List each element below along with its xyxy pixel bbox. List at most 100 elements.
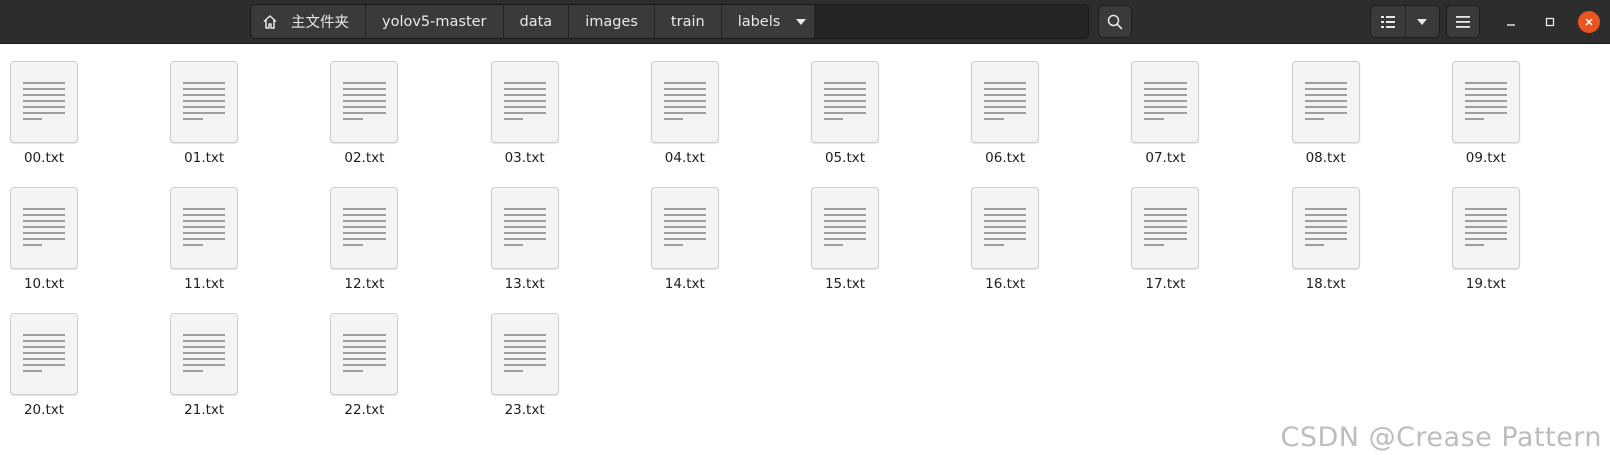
close-button[interactable] (1578, 11, 1600, 33)
watermark: CSDN @Crease Pattern (1280, 422, 1602, 453)
text-line-decoration (503, 220, 546, 222)
text-line-decoration (343, 214, 386, 216)
header-bar: 主文件夹 yolov5-master data images train lab… (0, 0, 1610, 44)
text-line-decoration (343, 118, 363, 120)
file-item[interactable]: 19.txt (1411, 170, 1561, 292)
text-line-decoration (824, 82, 867, 84)
file-name: 19.txt (1465, 276, 1506, 292)
text-line-decoration (1144, 232, 1187, 234)
file-name: 15.txt (824, 276, 866, 292)
breadcrumb-train[interactable]: train (654, 5, 722, 38)
text-line-decoration (1144, 244, 1164, 246)
text-line-decoration (984, 208, 1027, 210)
text-line-decoration (1464, 214, 1507, 216)
text-line-decoration (503, 88, 546, 90)
text-file-icon (10, 61, 78, 143)
chevron-down-icon[interactable] (796, 17, 807, 27)
text-line-decoration (343, 88, 386, 90)
breadcrumb-images[interactable]: images (569, 5, 655, 38)
text-line-decoration (23, 364, 66, 366)
file-item[interactable]: 18.txt (1251, 170, 1401, 292)
text-file-icon (490, 61, 559, 143)
text-line-decoration (23, 226, 66, 228)
file-name: 11.txt (184, 276, 225, 292)
list-view-icon (1380, 15, 1395, 28)
text-line-decoration (1304, 94, 1347, 96)
file-item[interactable]: 02.txt (289, 44, 439, 166)
file-item[interactable]: 06.txt (930, 44, 1080, 166)
file-item[interactable]: 08.txt (1251, 44, 1401, 166)
text-line-decoration (663, 238, 706, 240)
text-line-decoration (503, 352, 546, 354)
file-item[interactable]: 15.txt (770, 170, 920, 292)
file-item[interactable]: 00.txt (0, 44, 119, 166)
breadcrumb-labels[interactable]: labels (721, 5, 816, 38)
text-line-decoration (23, 352, 66, 354)
text-line-decoration (1144, 208, 1187, 210)
file-item[interactable]: 16.txt (930, 170, 1080, 292)
file-item[interactable]: 09.txt (1411, 44, 1561, 166)
file-item[interactable]: 13.txt (450, 170, 600, 292)
breadcrumb-home[interactable]: 主文件夹 (251, 5, 366, 38)
file-grid: 00.txt 01.txt 02.txt 03.txt 04.txt 05.txt 06.t… (0, 44, 1610, 455)
main-menu-button[interactable] (1446, 5, 1480, 38)
file-item[interactable]: 23.txt (450, 296, 600, 418)
text-line-decoration (824, 94, 867, 96)
maximize-button[interactable] (1539, 11, 1561, 33)
text-line-decoration (663, 94, 706, 96)
text-line-decoration (503, 94, 546, 96)
text-line-decoration (1144, 100, 1187, 102)
text-line-decoration (663, 244, 684, 246)
file-name: 00.txt (23, 150, 65, 166)
text-line-decoration (984, 118, 1004, 120)
text-line-decoration (183, 118, 203, 120)
text-line-decoration (343, 232, 386, 234)
text-line-decoration (343, 82, 386, 84)
minimize-button[interactable] (1500, 11, 1522, 33)
text-file-icon (490, 313, 559, 395)
view-toggle-group (1370, 5, 1440, 38)
view-options-button[interactable] (1404, 6, 1439, 37)
search-button[interactable] (1098, 5, 1132, 38)
text-line-decoration (343, 358, 386, 360)
text-line-decoration (183, 226, 226, 228)
breadcrumb-yolov5-master[interactable]: yolov5-master (366, 5, 504, 38)
file-item[interactable]: 14.txt (610, 170, 760, 292)
text-line-decoration (23, 112, 66, 114)
text-line-decoration (183, 346, 226, 348)
file-item[interactable]: 12.txt (289, 170, 439, 292)
list-view-button[interactable] (1371, 6, 1405, 37)
text-line-decoration (984, 232, 1027, 234)
file-item[interactable]: 20.txt (0, 296, 119, 418)
file-item[interactable]: 22.txt (289, 296, 439, 418)
file-item[interactable]: 21.txt (129, 296, 279, 418)
file-item[interactable]: 07.txt (1090, 44, 1240, 166)
text-line-decoration (23, 370, 43, 372)
text-line-decoration (503, 106, 546, 108)
file-item[interactable]: 01.txt (129, 44, 279, 166)
file-name: 07.txt (1145, 150, 1186, 166)
file-item[interactable]: 03.txt (450, 44, 600, 166)
file-item[interactable]: 10.txt (0, 170, 119, 292)
text-line-decoration (23, 238, 66, 240)
text-line-decoration (503, 238, 546, 240)
text-line-decoration (343, 238, 386, 240)
text-line-decoration (23, 106, 66, 108)
text-line-decoration (503, 208, 546, 210)
file-item[interactable]: 05.txt (770, 44, 920, 166)
file-name: 03.txt (504, 150, 545, 166)
text-line-decoration (663, 88, 706, 90)
text-line-decoration (343, 220, 386, 222)
text-file-icon (10, 313, 78, 395)
text-file-icon (811, 187, 879, 269)
text-line-decoration (1464, 112, 1507, 114)
text-line-decoration (23, 220, 66, 222)
file-item[interactable]: 11.txt (129, 170, 279, 292)
text-line-decoration (503, 100, 546, 102)
text-line-decoration (503, 118, 524, 120)
breadcrumb-data[interactable]: data (503, 5, 570, 38)
text-line-decoration (663, 82, 706, 84)
text-line-decoration (183, 94, 226, 96)
file-item[interactable]: 17.txt (1090, 170, 1240, 292)
file-item[interactable]: 04.txt (610, 44, 760, 166)
